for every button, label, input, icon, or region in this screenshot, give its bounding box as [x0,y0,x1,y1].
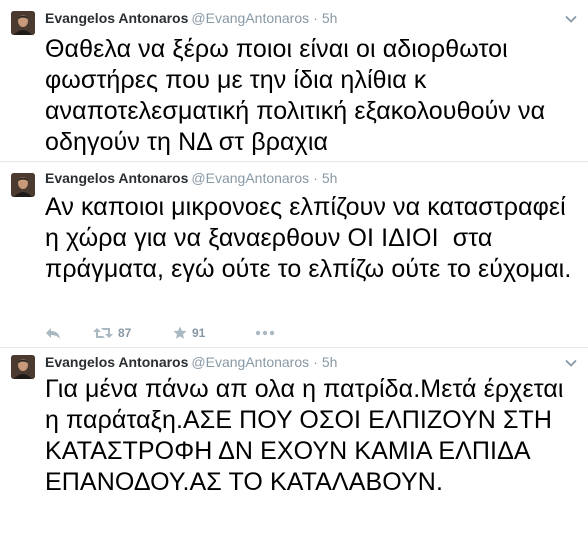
avatar-image [11,11,35,35]
author-name[interactable]: Evangelos Antonaros [45,354,188,370]
tweet-header: Evangelos Antonaros @EvangAntonaros · 5h [45,10,337,26]
favorite-count: 91 [192,326,206,340]
author-handle[interactable]: @EvangAntonaros [191,10,309,26]
retweet-icon [93,328,113,338]
tweet-text: Αν καποιοι μικρονοες ελπίζουν να καταστρ… [45,193,573,283]
favorite-button[interactable]: 91 [173,326,205,340]
separator: · [313,354,318,370]
timestamp[interactable]: 5h [322,354,338,370]
author-handle[interactable]: @EvangAntonaros [191,170,309,186]
separator: · [313,170,318,186]
tweet-actions: 87 91 [45,326,305,344]
chevron-down-icon[interactable] [564,12,578,26]
avatar[interactable] [11,11,35,35]
reply-button[interactable] [45,326,61,340]
star-icon [173,326,187,339]
tweet-text: Για μένα πάνω απ ολα η πατρίδα.Μετά έρχε… [45,375,571,496]
avatar-image [11,355,35,379]
retweet-count: 87 [118,326,132,340]
tweet-header: Evangelos Antonaros @EvangAntonaros · 5h [45,170,337,186]
author-name[interactable]: Evangelos Antonaros [45,10,188,26]
tweet-1: Evangelos Antonaros @EvangAntonaros · 5h Θα… [0,0,588,160]
tweet-2: Evangelos Antonaros @EvangAntonaros · 5h Αν… [0,162,588,346]
more-icon [255,330,275,336]
tweet-text: Θαθελα να ξέρω ποιοι είναι οι αδιορθωτοι… [45,35,553,156]
chevron-down-icon[interactable] [564,356,578,370]
avatar-image [11,173,35,197]
timestamp[interactable]: 5h [322,170,338,186]
more-button[interactable] [255,326,275,340]
avatar[interactable] [11,173,35,197]
tweet-3: Evangelos Antonaros @EvangAntonaros · 5h Γι… [0,348,588,539]
author-handle[interactable]: @EvangAntonaros [191,354,309,370]
separator: · [313,10,318,26]
tweet-header: Evangelos Antonaros @EvangAntonaros · 5h [45,354,337,370]
retweet-button[interactable]: 87 [93,326,131,340]
author-name[interactable]: Evangelos Antonaros [45,170,188,186]
timestamp[interactable]: 5h [322,10,338,26]
avatar[interactable] [11,355,35,379]
reply-icon [46,328,60,339]
